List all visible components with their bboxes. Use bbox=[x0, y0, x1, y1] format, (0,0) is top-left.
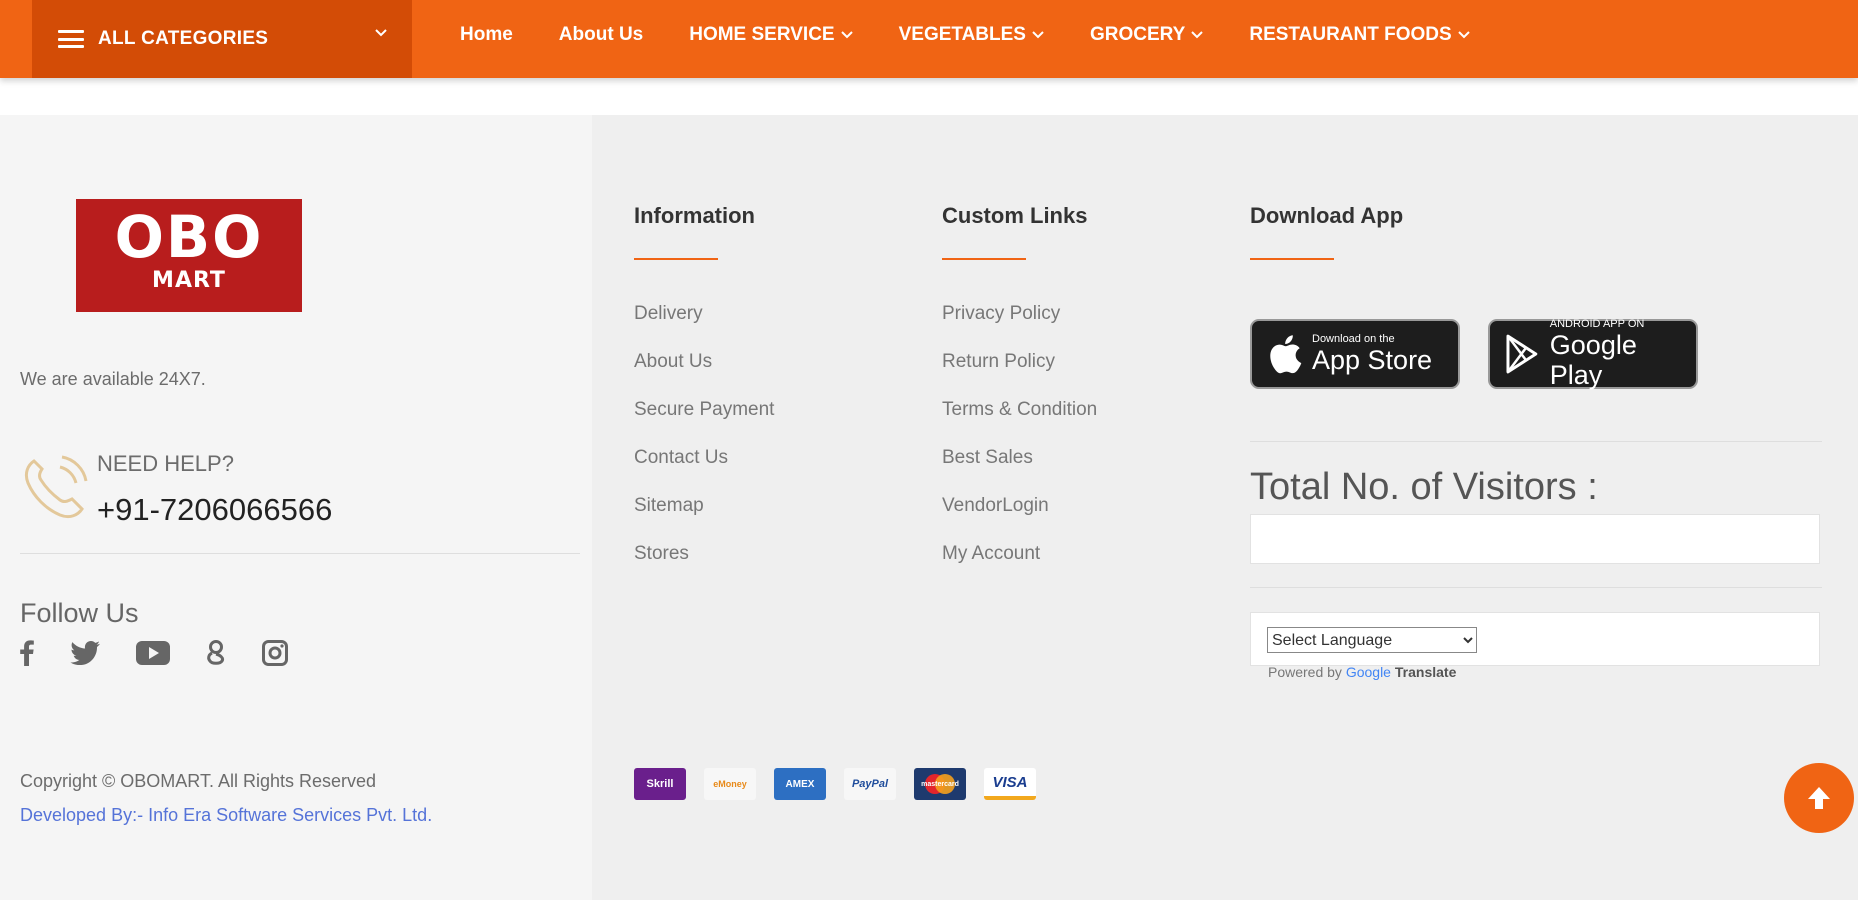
nav-vegetables-label: VEGETABLES bbox=[898, 24, 1026, 45]
mastercard-label: mastercard bbox=[921, 780, 959, 788]
need-help-label: NEED HELP? bbox=[97, 451, 234, 476]
heading-underline bbox=[942, 258, 1026, 260]
heading-underline bbox=[1250, 258, 1334, 260]
chevron-down-icon bbox=[375, 29, 387, 37]
youtube-icon[interactable] bbox=[136, 641, 170, 665]
nav-restaurant-foods-label: RESTAURANT FOODS bbox=[1249, 24, 1452, 45]
visa-label: VISA bbox=[992, 773, 1028, 791]
link-secure-payment[interactable]: Secure Payment bbox=[634, 399, 774, 421]
information-heading: Information bbox=[634, 203, 755, 228]
google-logo-text: Google bbox=[1346, 664, 1391, 680]
chevron-down-icon bbox=[1457, 31, 1470, 39]
phone-icon bbox=[24, 455, 88, 519]
powered-by-label: Powered by bbox=[1268, 664, 1342, 680]
google-play-small-text: ANDROID APP ON bbox=[1549, 318, 1645, 330]
phone-number[interactable]: +91-7206066566 bbox=[97, 492, 332, 528]
heading-underline bbox=[634, 258, 718, 260]
link-contact-us[interactable]: Contact Us bbox=[634, 447, 728, 469]
social-links bbox=[20, 640, 324, 666]
link-terms-condition[interactable]: Terms & Condition bbox=[942, 399, 1097, 421]
powered-by-google-translate[interactable]: Powered by Google Translate bbox=[1268, 664, 1456, 680]
back-to-top-button[interactable] bbox=[1784, 763, 1854, 833]
app-store-small-text: Download on the bbox=[1312, 333, 1395, 345]
divider bbox=[1250, 441, 1822, 442]
google-plus-icon[interactable] bbox=[206, 640, 226, 666]
translate-label: Translate bbox=[1394, 664, 1457, 680]
link-sitemap[interactable]: Sitemap bbox=[634, 495, 704, 517]
chevron-down-icon bbox=[1032, 31, 1044, 39]
main-menu: Home About Us HOME SERVICE VEGETABLES GR… bbox=[460, 0, 1516, 70]
paypal-icon: PayPal bbox=[844, 768, 896, 800]
mastercard-icon: mastercard bbox=[914, 768, 966, 800]
google-play-big-text: Google Play bbox=[1549, 330, 1637, 390]
app-store-button[interactable]: Download on the App Store bbox=[1250, 319, 1460, 389]
google-wordmark: Google bbox=[1345, 664, 1391, 680]
emoney-label: eMoney bbox=[713, 779, 747, 789]
divider bbox=[20, 553, 580, 554]
facebook-icon[interactable] bbox=[20, 640, 34, 666]
chevron-down-icon bbox=[840, 31, 853, 39]
obomart-logo[interactable]: OBO MART bbox=[76, 199, 302, 312]
skrill-icon: Skrill bbox=[634, 768, 686, 800]
nav-home[interactable]: Home bbox=[460, 24, 513, 46]
language-select[interactable]: Select Language bbox=[1267, 627, 1477, 653]
visitors-label: Total No. of Visitors : bbox=[1250, 466, 1598, 508]
nav-vegetables[interactable]: VEGETABLES bbox=[899, 24, 1044, 46]
all-categories-button[interactable]: ALL CATEGORIES bbox=[32, 0, 412, 78]
download-app-heading: Download App bbox=[1250, 203, 1404, 228]
visitor-counter-box bbox=[1250, 514, 1820, 564]
link-vendor-login[interactable]: VendorLogin bbox=[942, 495, 1049, 517]
link-about-us[interactable]: About Us bbox=[634, 351, 712, 373]
custom-links-heading: Custom Links bbox=[942, 203, 1088, 228]
amex-icon: AMEX bbox=[774, 768, 826, 800]
google-play-icon bbox=[1506, 334, 1538, 374]
link-stores[interactable]: Stores bbox=[634, 543, 689, 565]
nav-home-label: Home bbox=[460, 24, 513, 45]
payment-methods: Skrill eMoney AMEX PayPal mastercard VIS… bbox=[634, 768, 1054, 800]
arrow-up-icon bbox=[1808, 787, 1830, 809]
menu-icon bbox=[58, 30, 84, 48]
google-play-button[interactable]: ANDROID APP ON Google Play bbox=[1488, 318, 1698, 390]
apple-icon bbox=[1270, 335, 1302, 374]
skrill-label: Skrill bbox=[646, 778, 674, 790]
all-categories-label: ALL CATEGORIES bbox=[98, 28, 269, 49]
copyright-text: Copyright © OBOMART. All Rights Reserved bbox=[20, 771, 377, 791]
link-my-account[interactable]: My Account bbox=[942, 543, 1040, 565]
paypal-label: PayPal bbox=[851, 778, 889, 790]
nav-grocery[interactable]: GROCERY bbox=[1089, 24, 1204, 46]
chevron-down-icon bbox=[1191, 31, 1204, 39]
app-store-big-text: App Store bbox=[1312, 345, 1433, 375]
twitter-icon[interactable] bbox=[70, 641, 100, 665]
emoney-icon: eMoney bbox=[704, 768, 756, 800]
top-navigation-bar: ALL CATEGORIES Home About Us HOME SERVIC… bbox=[0, 0, 1858, 78]
link-delivery[interactable]: Delivery bbox=[634, 303, 703, 325]
availability-text: We are available 24X7. bbox=[20, 369, 206, 389]
developed-by-link[interactable]: Developed By:- Info Era Software Service… bbox=[20, 805, 432, 826]
divider bbox=[1250, 587, 1822, 588]
nav-restaurant-foods[interactable]: RESTAURANT FOODS bbox=[1249, 24, 1470, 46]
logo-wordmark: OBO bbox=[114, 203, 264, 271]
language-box: Select Language bbox=[1250, 612, 1820, 666]
instagram-icon[interactable] bbox=[262, 640, 288, 666]
link-return-policy[interactable]: Return Policy bbox=[942, 351, 1055, 373]
link-best-sales[interactable]: Best Sales bbox=[942, 447, 1033, 469]
logo-subtitle: MART bbox=[152, 268, 226, 293]
visa-icon: VISA bbox=[984, 768, 1036, 800]
nav-home-service[interactable]: HOME SERVICE bbox=[689, 24, 853, 46]
nav-grocery-label: GROCERY bbox=[1089, 24, 1186, 45]
amex-label: AMEX bbox=[785, 778, 815, 790]
nav-home-service-label: HOME SERVICE bbox=[689, 24, 835, 45]
link-privacy-policy[interactable]: Privacy Policy bbox=[942, 303, 1060, 325]
follow-us-title: Follow Us bbox=[20, 598, 139, 628]
nav-about-us[interactable]: About Us bbox=[559, 24, 643, 46]
nav-about-us-label: About Us bbox=[558, 24, 644, 45]
